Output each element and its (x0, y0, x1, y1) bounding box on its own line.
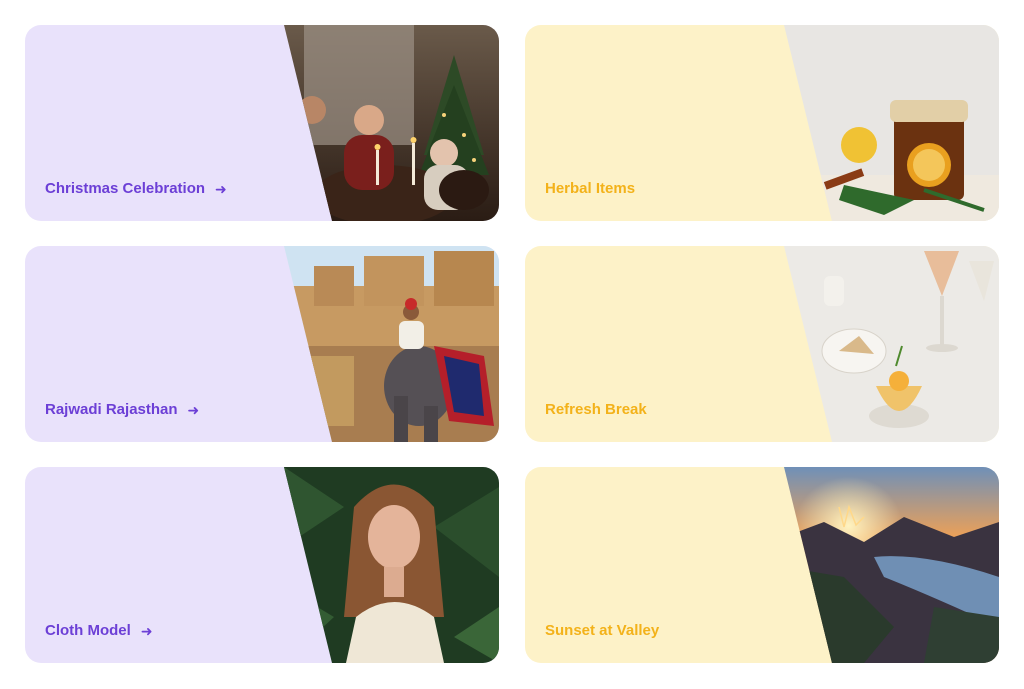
card-title: Sunset at Valley (545, 622, 660, 639)
card-label: Rajwadi Rajasthan ➜ (45, 401, 199, 418)
mountain-sunset-photo (784, 467, 999, 663)
card-title: Refresh Break (545, 401, 647, 418)
card-title: Rajwadi Rajasthan (45, 401, 178, 418)
card-title: Cloth Model (45, 622, 131, 639)
card-label: Herbal Items (545, 180, 635, 197)
arrow-right-icon[interactable]: ➜ (141, 624, 153, 638)
card-herbal-items[interactable]: Herbal Items (525, 25, 999, 221)
card-label: Christmas Celebration ➜ (45, 180, 227, 197)
card-sunset-at-valley[interactable]: Sunset at Valley (525, 467, 999, 663)
woman-in-foliage-photo (284, 467, 499, 663)
card-grid: Christmas Celebration ➜ Herbal Items Raj… (25, 25, 999, 663)
dessert-wine-photo (784, 246, 999, 442)
christmas-dinner-photo (284, 25, 499, 221)
arrow-right-icon[interactable]: ➜ (215, 182, 227, 196)
card-title: Herbal Items (545, 180, 636, 197)
fort-elephant-photo (284, 246, 499, 442)
card-label: Cloth Model ➜ (45, 622, 153, 639)
card-rajwadi-rajasthan[interactable]: Rajwadi Rajasthan ➜ (25, 246, 499, 442)
card-cloth-model[interactable]: Cloth Model ➜ (25, 467, 499, 663)
card-title: Christmas Celebration (45, 180, 206, 197)
card-label: Refresh Break (545, 401, 647, 418)
arrow-right-icon[interactable]: ➜ (188, 403, 200, 417)
card-refresh-break[interactable]: Refresh Break (525, 246, 999, 442)
card-label: Sunset at Valley (545, 622, 659, 639)
herbal-tea-jar-photo (784, 25, 999, 221)
card-christmas-celebration[interactable]: Christmas Celebration ➜ (25, 25, 499, 221)
